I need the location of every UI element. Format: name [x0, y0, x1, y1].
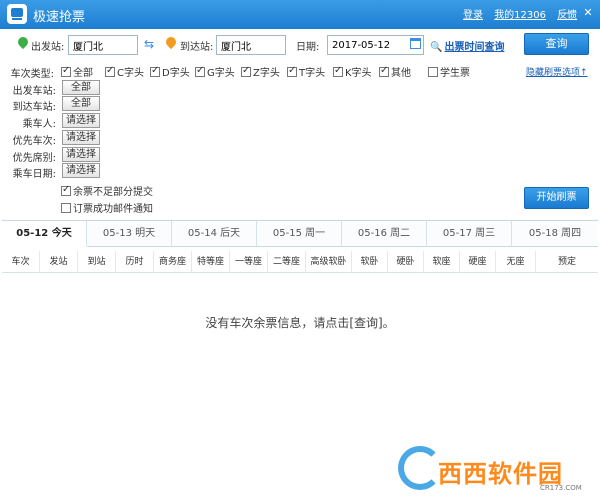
travel-date-row: 乘车日期: 请选择 [0, 163, 110, 180]
login-link[interactable]: 登录 [463, 10, 483, 21]
date-tab[interactable]: 05-12 今天 [2, 221, 87, 247]
column-header[interactable]: 发站 [40, 251, 78, 273]
departure-pin-icon [15, 34, 31, 50]
checkbox[interactable] [150, 65, 160, 77]
watermark-url: CR173.COM [540, 484, 582, 492]
student-ticket-option[interactable]: 学生票 [428, 64, 470, 79]
passenger-label: 乘车人: [22, 119, 56, 130]
checkbox[interactable] [287, 65, 297, 77]
to-station-filter-row: 到达车站: 全部 [0, 96, 110, 113]
date-label: 日期: [296, 42, 320, 53]
priority-train-select-button[interactable]: 请选择 [62, 130, 100, 145]
logo-ring-icon [398, 446, 442, 490]
column-header[interactable]: 二等座 [268, 251, 306, 273]
priority-seat-select-button[interactable]: 请选择 [62, 147, 100, 162]
partial-submit-option[interactable]: 余票不足部分提交 [61, 183, 153, 198]
train-icon [7, 4, 27, 24]
column-header[interactable]: 高级软卧 [306, 251, 352, 273]
column-header[interactable]: 商务座 [154, 251, 192, 273]
priority-train-label: 优先车次: [12, 136, 56, 147]
checkbox[interactable] [195, 65, 205, 77]
passenger-select-button[interactable]: 请选择 [62, 113, 100, 128]
query-button[interactable]: 查询 [524, 33, 589, 55]
title-bar: 极速抢票 登录 我的12306 反馈 — ✕ [0, 0, 600, 29]
from-station-input[interactable] [68, 35, 138, 55]
swap-stations-icon[interactable]: ⇆ [144, 37, 154, 51]
to-station-all-button[interactable]: 全部 [62, 96, 100, 111]
window-title: 极速抢票 [33, 10, 86, 25]
from-station-label: 出发站: [31, 42, 65, 53]
column-header[interactable]: 软卧 [352, 251, 388, 273]
from-station-filter-label: 出发车站: [12, 86, 56, 97]
column-header[interactable]: 无座 [496, 251, 536, 273]
column-header[interactable]: 车次 [2, 251, 40, 273]
column-header[interactable]: 硬座 [460, 251, 496, 273]
date-tabs: 05-12 今天 05-13 明天 05-14 后天 05-15 周一 05-1… [2, 220, 598, 247]
column-header[interactable]: 到站 [78, 251, 116, 273]
column-header[interactable]: 软座 [424, 251, 460, 273]
results-table-header: 车次 发站 到站 历时 商务座 特等座 一等座 二等座 高级软卧 软卧 硬卧 软… [2, 251, 598, 273]
query-row: 出发站: ⇆ 到达站: 日期: 🔍出票时间查询 查询 [0, 31, 600, 59]
checkbox[interactable] [333, 65, 343, 77]
checkbox[interactable] [105, 65, 115, 77]
train-type-row: 车次类型: 全部 C字头 D字头 G字头 Z字头 T字头 K字头 其他 学生票 … [0, 63, 600, 80]
train-type-option[interactable]: C字头 [105, 64, 144, 79]
close-icon[interactable]: ✕ [581, 6, 595, 20]
date-tab[interactable]: 05-15 周一 [257, 221, 342, 247]
from-station-all-button[interactable]: 全部 [62, 80, 100, 95]
to-station-label: 到达站: [180, 42, 214, 53]
travel-date-label: 乘车日期: [12, 169, 56, 180]
date-tab[interactable]: 05-16 周二 [342, 221, 427, 247]
hide-refresh-options-link[interactable]: 隐藏刷票选项↑ [526, 65, 588, 78]
date-tab[interactable]: 05-17 周三 [427, 221, 512, 247]
partial-submit-row: 余票不足部分提交 [0, 182, 200, 198]
search-icon: 🔍 [430, 42, 443, 53]
date-tab[interactable]: 05-13 明天 [87, 221, 172, 247]
train-type-option[interactable]: D字头 [150, 64, 190, 79]
start-refresh-button[interactable]: 开始刷票 [524, 187, 589, 209]
email-notify-row: 订票成功邮件通知 [0, 199, 200, 215]
email-notify-option[interactable]: 订票成功邮件通知 [61, 200, 153, 215]
checkbox[interactable] [379, 65, 389, 77]
checkbox[interactable] [61, 203, 71, 213]
column-header[interactable]: 一等座 [230, 251, 268, 273]
train-type-label: 车次类型: [10, 69, 54, 80]
checkbox[interactable] [61, 65, 71, 77]
calendar-icon[interactable] [410, 38, 421, 49]
priority-seat-label: 优先席别: [12, 153, 56, 164]
arrival-pin-icon [163, 34, 179, 50]
priority-train-row: 优先车次: 请选择 [0, 130, 110, 147]
train-type-option[interactable]: 其他 [379, 64, 411, 79]
train-type-option[interactable]: T字头 [287, 64, 325, 79]
travel-date-select-button[interactable]: 请选择 [62, 163, 100, 178]
column-header[interactable]: 硬卧 [388, 251, 424, 273]
checkbox[interactable] [241, 65, 251, 77]
train-type-option[interactable]: Z字头 [241, 64, 280, 79]
date-tab[interactable]: 05-14 后天 [172, 221, 257, 247]
empty-results-message: 没有车次余票信息，请点击[查询]。 [205, 316, 395, 330]
checkbox[interactable] [428, 67, 438, 77]
train-type-option[interactable]: K字头 [333, 64, 372, 79]
checkbox[interactable] [61, 184, 71, 196]
ticket-time-query-link[interactable]: 🔍 出票时间查询 [430, 38, 504, 53]
watermark-logo: 西西软件园 CR173.COM [398, 446, 594, 492]
train-type-option[interactable]: 全部 [61, 64, 93, 79]
priority-seat-row: 优先席别: 请选择 [0, 147, 110, 164]
to-station-input[interactable] [216, 35, 286, 55]
from-station-filter-row: 出发车站: 全部 [0, 80, 110, 97]
train-type-option[interactable]: G字头 [195, 64, 235, 79]
column-header[interactable]: 特等座 [192, 251, 230, 273]
date-tab[interactable]: 05-18 周四 [512, 221, 598, 247]
passenger-row: 乘车人: 请选择 [0, 113, 110, 130]
column-header[interactable]: 预定 [536, 251, 598, 273]
to-station-filter-label: 到达车站: [12, 102, 56, 113]
my12306-link[interactable]: 我的12306 [494, 10, 546, 21]
minimize-icon[interactable]: — [560, 6, 574, 20]
column-header[interactable]: 历时 [116, 251, 154, 273]
